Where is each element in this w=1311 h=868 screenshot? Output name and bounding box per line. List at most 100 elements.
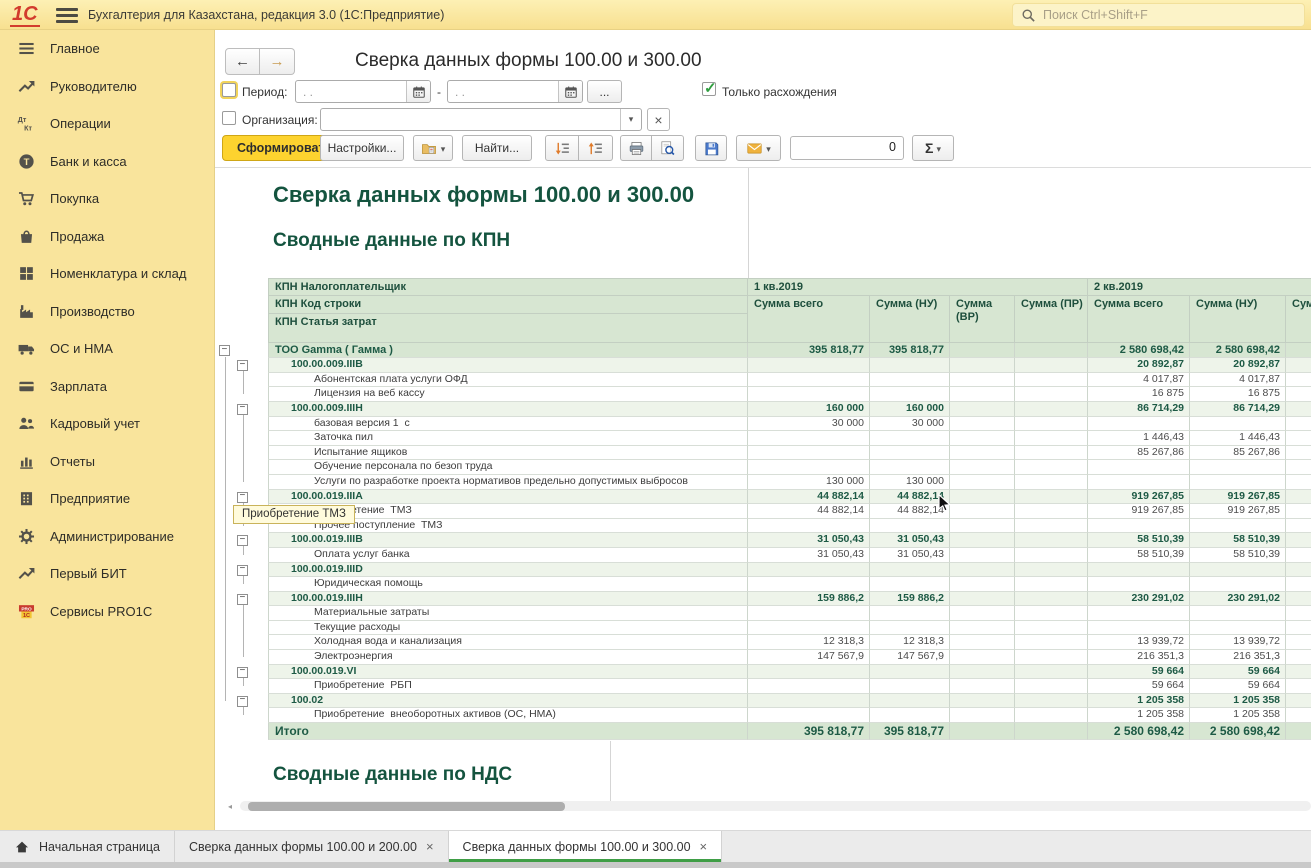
send-mail-button[interactable]	[736, 135, 781, 161]
counter-field[interactable]: 0	[790, 136, 904, 160]
sidebar-item-8[interactable]: ОС и НМА	[0, 330, 214, 368]
tab-0[interactable]: Начальная страница	[0, 831, 175, 862]
print-button[interactable]	[620, 135, 652, 161]
tab-label: Сверка данных формы 100.00 и 200.00	[189, 840, 417, 854]
sidebar-item-4[interactable]: Покупка	[0, 180, 214, 218]
only-discrepancies-checkbox[interactable]	[702, 82, 716, 96]
collapse-toggle-icon[interactable]	[237, 696, 248, 707]
scroll-left-arrow[interactable]	[228, 802, 232, 811]
cell-value	[1286, 635, 1311, 650]
table-row[interactable]: Оплата услуг банка31 050,4331 050,4358 5…	[215, 548, 1311, 563]
collapse-toggle-icon[interactable]	[219, 345, 230, 356]
table-row[interactable]: 100.00.019.IIID	[215, 563, 1311, 578]
table-row[interactable]: Обучение персонала по безоп труда	[215, 460, 1311, 475]
cell-value	[1286, 460, 1311, 475]
table-row[interactable]: Электроэнергия147 567,9147 567,9216 351,…	[215, 650, 1311, 665]
tree-gutter	[215, 343, 268, 358]
period-more-button[interactable]: ...	[587, 80, 622, 103]
period-checkbox[interactable]	[222, 83, 236, 97]
table-row[interactable]: Лицензия на веб кассу16 87516 875	[215, 387, 1311, 402]
sidebar-item-0[interactable]: Главное	[0, 30, 214, 68]
table-row[interactable]: Приобретение внеоборотных активов (ОС, Н…	[215, 708, 1311, 723]
cell-value	[950, 577, 1015, 592]
tree-gutter	[215, 460, 268, 475]
table-row[interactable]: 100.00.019.VI59 66459 664	[215, 665, 1311, 680]
sidebar-item-13[interactable]: Администрирование	[0, 518, 214, 556]
collapse-toggle-icon[interactable]	[237, 492, 248, 503]
sidebar-item-14[interactable]: Первый БИТ	[0, 555, 214, 593]
cell-value	[950, 431, 1015, 446]
table-row[interactable]: Текущие расходы	[215, 621, 1311, 636]
sum-button[interactable]: Σ	[912, 135, 954, 161]
tab-label: Сверка данных формы 100.00 и 300.00	[463, 840, 691, 854]
print-preview-button[interactable]	[652, 135, 684, 161]
table-row[interactable]: Услуги по разработке проекта нормативов …	[215, 475, 1311, 490]
scrollbar-thumb[interactable]	[248, 802, 565, 811]
table-row[interactable]: 100.00.009.IIIH160 000160 00086 714,2986…	[215, 402, 1311, 417]
tab-1[interactable]: Сверка данных формы 100.00 и 200.00 ×	[175, 831, 449, 862]
save-button[interactable]	[695, 135, 727, 161]
sidebar-item-1[interactable]: Руководителю	[0, 68, 214, 106]
table-row[interactable]: Материальные затраты	[215, 606, 1311, 621]
table-row[interactable]: Абонентская плата услуги ОФД4 017,874 01…	[215, 373, 1311, 388]
forward-button[interactable]: →	[260, 48, 295, 75]
calendar-icon[interactable]	[558, 81, 582, 102]
chevron-down-icon[interactable]	[620, 109, 641, 130]
cell-value: 20 892,87	[1088, 358, 1190, 373]
table-row[interactable]: базовая версия 1 с30 00030 000	[215, 417, 1311, 432]
collapse-toggle-icon[interactable]	[237, 565, 248, 576]
global-search-input[interactable]: Поиск Ctrl+Shift+F	[1012, 3, 1305, 27]
settings-button[interactable]: Настройки...	[320, 135, 404, 161]
calendar-icon[interactable]	[406, 81, 430, 102]
collapse-groups-button[interactable]	[579, 135, 613, 161]
back-button[interactable]: ←	[225, 48, 260, 75]
sidebar-item-15[interactable]: Сервисы PRO1C	[0, 593, 214, 631]
table-row[interactable]: Итого395 818,77395 818,772 580 698,422 5…	[215, 723, 1311, 740]
sidebar-item-3[interactable]: Банк и касса	[0, 143, 214, 181]
collapse-toggle-icon[interactable]	[237, 404, 248, 415]
period-to-field[interactable]: . .	[447, 80, 583, 103]
sidebar-item-5[interactable]: Продажа	[0, 218, 214, 256]
find-button[interactable]: Найти...	[462, 135, 532, 161]
title-bar: 1С Бухгалтерия для Казахстана, редакция …	[0, 0, 1311, 30]
sidebar-item-9[interactable]: Зарплата	[0, 368, 214, 406]
collapse-toggle-icon[interactable]	[237, 667, 248, 678]
close-icon[interactable]: ×	[426, 839, 434, 854]
table-row[interactable]: Приобретение РБП59 66459 664	[215, 679, 1311, 694]
tree-connector-line	[243, 707, 244, 716]
table-row[interactable]: Холодная вода и канализация12 318,312 31…	[215, 635, 1311, 650]
close-icon[interactable]: ×	[700, 839, 708, 854]
table-row[interactable]: 100.00.009.IIIB20 892,8720 892,87	[215, 358, 1311, 373]
row-label: Оплата услуг банка	[268, 548, 748, 563]
collapse-toggle-icon[interactable]	[237, 535, 248, 546]
table-row[interactable]: Юридическая помощь	[215, 577, 1311, 592]
sidebar-item-2[interactable]: Операции	[0, 105, 214, 143]
table-row[interactable]: Приобретение ТМЗ44 882,1444 882,14919 26…	[215, 504, 1311, 519]
table-row[interactable]: Испытание ящиков85 267,8685 267,86	[215, 446, 1311, 461]
tree-gutter	[215, 417, 268, 432]
table-row[interactable]: 100.021 205 3581 205 358	[215, 694, 1311, 709]
report-variants-button[interactable]	[413, 135, 453, 161]
sidebar-item-12[interactable]: Предприятие	[0, 480, 214, 518]
expand-groups-button[interactable]	[545, 135, 579, 161]
table-row[interactable]: 100.00.019.IIIH159 886,2159 886,2230 291…	[215, 592, 1311, 607]
sidebar-item-7[interactable]: Производство	[0, 293, 214, 331]
organization-combo[interactable]	[320, 108, 642, 131]
organization-checkbox[interactable]	[222, 111, 236, 125]
period-from-field[interactable]: . .	[295, 80, 431, 103]
sidebar-item-6[interactable]: Номенклатура и склад	[0, 255, 214, 293]
table-row[interactable]: Прочее поступление ТМЗ	[215, 519, 1311, 534]
main-menu-icon[interactable]	[56, 8, 78, 27]
sidebar-item-11[interactable]: Отчеты	[0, 443, 214, 481]
table-row[interactable]: 100.00.019.IIIA44 882,1444 882,14919 267…	[215, 490, 1311, 505]
collapse-toggle-icon[interactable]	[237, 594, 248, 605]
organization-clear-button[interactable]	[647, 108, 670, 131]
tab-2[interactable]: Сверка данных формы 100.00 и 300.00 ×	[449, 831, 723, 862]
row-label: 100.00.019.IIIH	[268, 592, 748, 607]
table-row[interactable]: ТОО Gamma ( Гамма )395 818,77395 818,772…	[215, 343, 1311, 358]
table-row[interactable]: 100.00.019.IIIB31 050,4331 050,4358 510,…	[215, 533, 1311, 548]
horizontal-scrollbar[interactable]	[240, 801, 1311, 811]
table-row[interactable]: Заточка пил1 446,431 446,43	[215, 431, 1311, 446]
sidebar-item-10[interactable]: Кадровый учет	[0, 405, 214, 443]
collapse-toggle-icon[interactable]	[237, 360, 248, 371]
